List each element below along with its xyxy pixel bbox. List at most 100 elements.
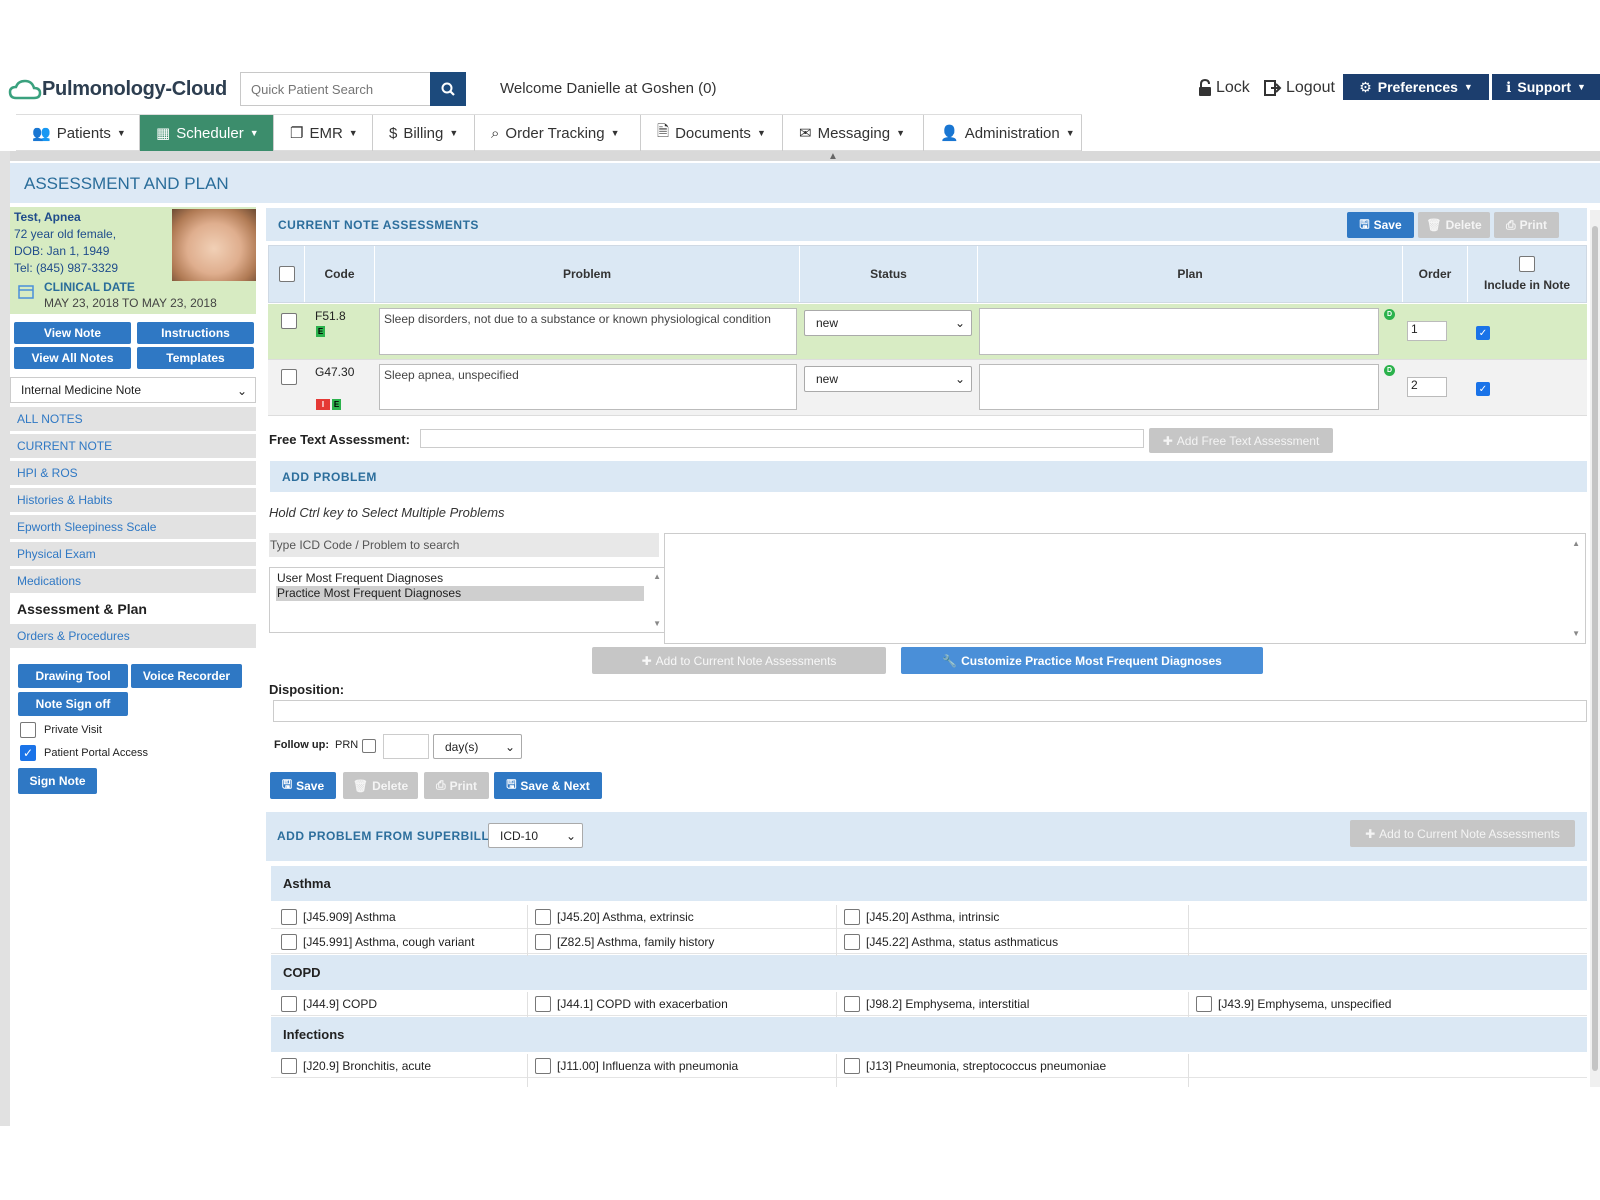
nav-administration[interactable]: 👤 Administration ▼: [924, 115, 1082, 151]
list-option-selected[interactable]: Practice Most Frequent Diagnoses: [276, 586, 644, 601]
nav-documents[interactable]: 🗎 Documents ▼: [641, 115, 783, 151]
sidebar-item-epworth[interactable]: Epworth Sleepiness Scale: [10, 515, 256, 539]
superbill-item[interactable]: [J43.9] Emphysema, unspecified: [1196, 992, 1391, 1016]
nav-messaging[interactable]: ✉ Messaging ▼: [783, 115, 924, 151]
disposition-textarea[interactable]: [273, 700, 1587, 722]
item-checkbox[interactable]: [844, 996, 860, 1012]
sidebar-item-all-notes[interactable]: ALL NOTES: [10, 407, 256, 431]
nav-billing[interactable]: $ Billing ▼: [373, 115, 475, 151]
include-checkbox[interactable]: [1476, 382, 1490, 396]
note-sign-off-button[interactable]: Note Sign off: [18, 692, 128, 716]
prn-checkbox[interactable]: [362, 739, 376, 753]
item-checkbox[interactable]: [535, 1058, 551, 1074]
superbill-item[interactable]: [J44.9] COPD: [281, 992, 377, 1016]
scroll-up-icon[interactable]: ▲: [653, 572, 661, 581]
free-text-input[interactable]: [420, 429, 1144, 448]
scrollbar-thumb[interactable]: [1592, 226, 1598, 1071]
sidebar-item-histories[interactable]: Histories & Habits: [10, 488, 256, 512]
save-next-button[interactable]: 🖫 Save & Next: [494, 772, 602, 799]
bottom-print-button[interactable]: ⎙ Print: [424, 772, 489, 799]
add-to-assessments-button[interactable]: ✚ Add to Current Note Assessments: [592, 647, 886, 674]
superbill-item[interactable]: [J98.2] Emphysema, interstitial: [844, 992, 1029, 1016]
item-checkbox[interactable]: [535, 934, 551, 950]
item-checkbox[interactable]: [535, 909, 551, 925]
patient-name[interactable]: Test, Apnea: [14, 210, 81, 224]
status-select[interactable]: new ⌄: [804, 310, 972, 336]
instructions-button[interactable]: Instructions: [137, 322, 254, 344]
item-checkbox[interactable]: [844, 909, 860, 925]
superbill-item[interactable]: [J45.991] Asthma, cough variant: [281, 930, 474, 954]
preferences-dropdown[interactable]: ⚙ Preferences ▼: [1343, 74, 1489, 100]
page-scrollbar[interactable]: [1590, 210, 1600, 1087]
sidebar-item-medications[interactable]: Medications: [10, 569, 256, 593]
superbill-add-button[interactable]: ✚ Add to Current Note Assessments: [1350, 820, 1575, 847]
patient-portal-checkbox[interactable]: [20, 745, 36, 761]
search-results-box[interactable]: ▲ ▼: [664, 533, 1586, 644]
icd-search-input[interactable]: Type ICD Code / Problem to search: [269, 533, 659, 557]
superbill-item[interactable]: [J11.00] Influenza with pneumonia: [535, 1054, 738, 1078]
save-button[interactable]: 🖫 Save: [1347, 212, 1414, 238]
bottom-save-button[interactable]: 🖫 Save: [270, 772, 336, 799]
caret-up-icon[interactable]: ▲: [828, 151, 838, 162]
select-all-checkbox[interactable]: [278, 266, 295, 282]
support-dropdown[interactable]: ℹ Support ▼: [1492, 74, 1600, 100]
sidebar-item-current-note[interactable]: CURRENT NOTE: [10, 434, 256, 458]
nav-patients[interactable]: 👥 Patients ▼: [16, 115, 140, 151]
quick-patient-search-input[interactable]: [240, 72, 430, 106]
superbill-item[interactable]: [Z82.5] Asthma, family history: [535, 930, 714, 954]
item-checkbox[interactable]: [281, 909, 297, 925]
bottom-delete-button[interactable]: 🗑 Delete: [343, 772, 418, 799]
plan-textarea[interactable]: [979, 364, 1379, 410]
nav-order-tracking[interactable]: ⌕ Order Tracking ▼: [475, 115, 641, 151]
row-checkbox[interactable]: [281, 313, 297, 329]
follow-up-unit-select[interactable]: day(s) ⌄: [433, 734, 522, 759]
row-checkbox[interactable]: [281, 369, 297, 385]
follow-up-number-input[interactable]: [383, 734, 429, 759]
scroll-up-icon[interactable]: ▲: [1572, 539, 1580, 548]
item-checkbox[interactable]: [281, 934, 297, 950]
include-all-checkbox[interactable]: [1519, 256, 1535, 272]
nav-emr[interactable]: ❐ EMR ▼: [274, 115, 373, 151]
nav-scheduler[interactable]: ▦ Scheduler ▼: [140, 115, 274, 151]
plan-textarea[interactable]: [979, 308, 1379, 355]
note-type-select[interactable]: Internal Medicine Note ⌄: [10, 377, 256, 403]
app-logo[interactable]: Pulmonology-Cloud: [8, 78, 227, 101]
print-button[interactable]: ⎙ Print: [1494, 212, 1559, 238]
superbill-item[interactable]: [J44.1] COPD with exacerbation: [535, 992, 728, 1016]
search-button[interactable]: [430, 72, 466, 106]
code-set-select[interactable]: ICD-10 ⌄: [488, 823, 583, 848]
superbill-item[interactable]: [J45.20] Asthma, intrinsic: [844, 905, 999, 929]
item-checkbox[interactable]: [1196, 996, 1212, 1012]
sidebar-item-assessment-plan[interactable]: Assessment & Plan: [10, 597, 256, 621]
scroll-down-icon[interactable]: ▼: [653, 619, 661, 628]
add-free-text-button[interactable]: ✚ Add Free Text Assessment: [1149, 428, 1333, 453]
sidebar-item-orders[interactable]: Orders & Procedures: [10, 624, 256, 648]
item-checkbox[interactable]: [844, 1058, 860, 1074]
order-input[interactable]: 2: [1407, 377, 1447, 397]
item-checkbox[interactable]: [281, 1058, 297, 1074]
superbill-item[interactable]: [J13] Pneumonia, streptococcus pneumonia…: [844, 1054, 1106, 1078]
item-checkbox[interactable]: [844, 934, 860, 950]
problem-textarea[interactable]: Sleep disorders, not due to a substance …: [379, 308, 797, 355]
scroll-down-icon[interactable]: ▼: [1572, 629, 1580, 638]
delete-button[interactable]: 🗑 Delete: [1418, 212, 1490, 238]
order-input[interactable]: 1: [1407, 321, 1447, 341]
list-option[interactable]: User Most Frequent Diagnoses: [277, 571, 443, 585]
customize-diagnoses-button[interactable]: 🔧 Customize Practice Most Frequent Diagno…: [901, 647, 1263, 674]
superbill-item[interactable]: [J45.909] Asthma: [281, 905, 396, 929]
drawing-tool-button[interactable]: Drawing Tool: [18, 664, 128, 688]
view-all-notes-button[interactable]: View All Notes: [14, 347, 131, 369]
sidebar-item-physical-exam[interactable]: Physical Exam: [10, 542, 256, 566]
sign-note-button[interactable]: Sign Note: [18, 768, 97, 794]
superbill-item[interactable]: [J45.20] Asthma, extrinsic: [535, 905, 694, 929]
private-visit-checkbox[interactable]: [20, 722, 36, 738]
item-checkbox[interactable]: [281, 996, 297, 1012]
include-checkbox[interactable]: [1476, 326, 1490, 340]
status-select[interactable]: new ⌄: [804, 366, 972, 392]
templates-button[interactable]: Templates: [137, 347, 254, 369]
superbill-item[interactable]: [J20.9] Bronchitis, acute: [281, 1054, 431, 1078]
sidebar-item-hpi-ros[interactable]: HPI & ROS: [10, 461, 256, 485]
logout-link[interactable]: Logout: [1264, 79, 1335, 97]
lock-link[interactable]: Lock: [1198, 79, 1250, 97]
problem-textarea[interactable]: Sleep apnea, unspecified: [379, 364, 797, 410]
